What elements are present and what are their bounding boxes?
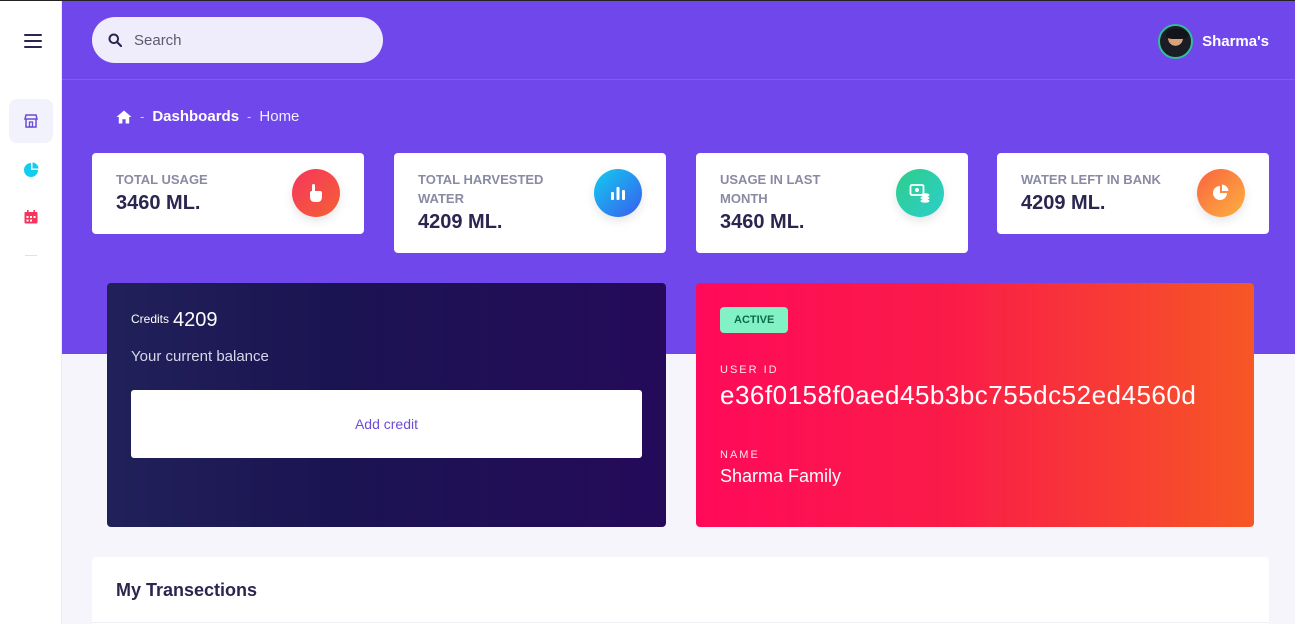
search-icon — [108, 33, 122, 47]
sidebar-item-analytics[interactable] — [9, 148, 53, 192]
credits-value: 4209 — [173, 309, 218, 331]
user-name: Sharma's — [1202, 32, 1269, 50]
breadcrumb: - Dashboards - Home — [116, 108, 299, 125]
menu-toggle-button[interactable] — [24, 34, 42, 48]
stat-card-water-left: WATER LEFT IN BANK 4209 ML. — [997, 153, 1269, 234]
stat-card-total-harvested: TOTAL HARVESTED WATER 4209 ML. — [394, 153, 666, 253]
pie-chart-icon — [1213, 184, 1229, 200]
stat-icon-badge — [594, 169, 642, 217]
status-badge: ACTIVE — [720, 307, 789, 333]
breadcrumb-dashboards-link[interactable]: Dashboards — [152, 108, 239, 125]
breadcrumb-current: Home — [259, 108, 300, 125]
breadcrumb-separator: - — [247, 109, 252, 124]
hand-pointer-icon — [310, 184, 322, 202]
sidebar-item-store[interactable] — [9, 99, 53, 143]
store-icon — [24, 114, 38, 128]
stat-label: TOTAL USAGE — [116, 172, 208, 187]
stat-label: USAGE IN LAST MONTH — [720, 172, 821, 206]
transactions-card: My Transections — [92, 557, 1269, 624]
transactions-divider — [92, 622, 1269, 623]
stat-card-total-usage: TOTAL USAGE 3460 ML. — [92, 153, 364, 234]
top-navbar: Sharma's — [62, 1, 1295, 80]
user-info-card: ACTIVE USER ID e36f0158f0aed45b3bc755dc5… — [696, 283, 1254, 527]
search-box[interactable] — [92, 17, 383, 63]
stat-card-usage-last-month: USAGE IN LAST MONTH 3460 ML. — [696, 153, 968, 253]
stat-label: TOTAL HARVESTED WATER — [418, 172, 544, 206]
calendar-icon — [24, 210, 38, 224]
sidebar-divider — [25, 255, 37, 256]
credits-card: Credits 4209 Your current balance Add cr… — [107, 283, 666, 527]
sidebar-item-calendar[interactable] — [9, 195, 53, 239]
stat-icon-badge — [896, 169, 944, 217]
credits-label: Credits — [131, 312, 170, 326]
balance-caption: Your current balance — [131, 348, 269, 365]
credits-line: Credits 4209 — [131, 309, 642, 332]
breadcrumb-separator: - — [140, 109, 145, 124]
money-coins-icon — [909, 184, 930, 203]
user-id-label: USER ID — [720, 364, 779, 376]
search-input[interactable] — [134, 31, 354, 49]
add-credit-button[interactable]: Add credit — [131, 390, 642, 458]
bar-chart-icon — [611, 187, 625, 200]
avatar[interactable] — [1158, 23, 1194, 59]
name-value: Sharma Family — [720, 466, 842, 486]
name-label: NAME — [720, 449, 760, 461]
stat-icon-badge — [1197, 169, 1245, 217]
transactions-title: My Transections — [116, 580, 258, 600]
user-id-value: e36f0158f0aed45b3bc755dc52ed4560d — [720, 380, 1197, 410]
pie-chart-icon — [24, 162, 39, 177]
home-icon[interactable] — [116, 110, 132, 124]
sidebar — [0, 1, 62, 624]
stat-label: WATER LEFT IN BANK — [1021, 172, 1161, 187]
stat-icon-badge — [292, 169, 340, 217]
user-menu[interactable]: Sharma's — [1158, 23, 1269, 59]
